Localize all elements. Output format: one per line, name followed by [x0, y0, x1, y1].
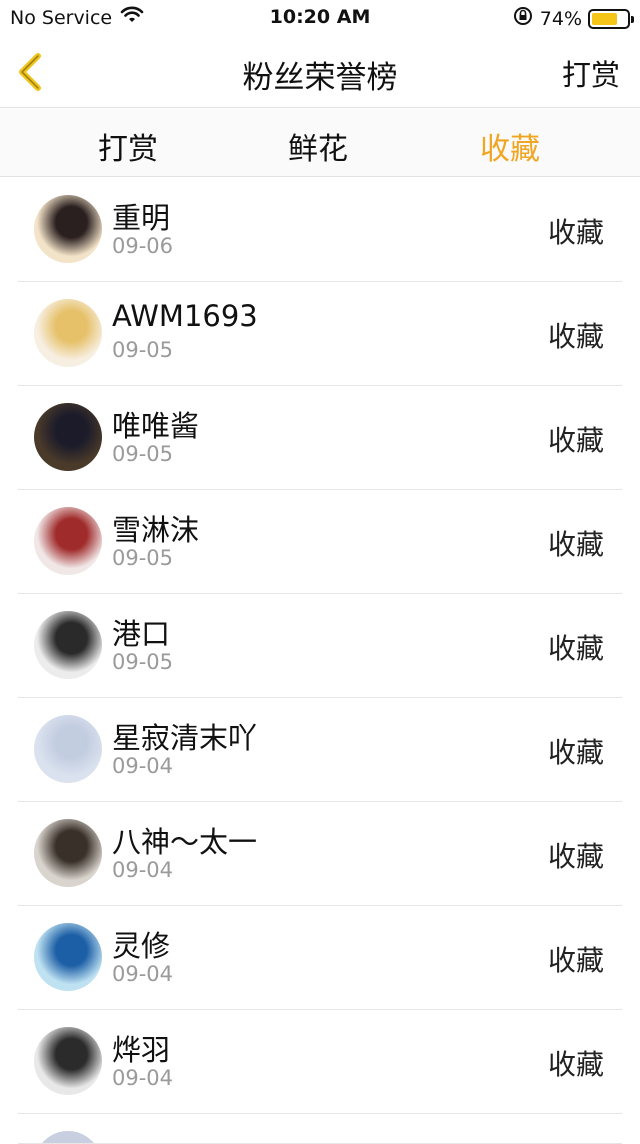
fan-date: 09-05	[112, 546, 174, 570]
tab-favorites[interactable]: 收藏	[440, 124, 580, 168]
rotation-lock-icon	[512, 5, 534, 32]
fan-name: 烨羽	[112, 1033, 171, 1067]
fan-date: 09-04	[112, 858, 174, 882]
status-right: 74%	[512, 5, 634, 32]
fan-name: AWM1693	[112, 299, 258, 333]
fan-row[interactable]: AWM1693 09-05 收藏	[18, 282, 622, 386]
fan-name: 雪淋沫	[112, 513, 200, 547]
page-title: 粉丝荣誉榜	[242, 60, 398, 96]
battery-icon	[588, 8, 634, 29]
tab-reward[interactable]: 打赏	[58, 124, 198, 168]
action-label: 收藏	[547, 944, 604, 977]
fan-name: 灵修	[112, 929, 171, 963]
fan-name: 八神～太一	[112, 825, 258, 859]
action-label: 收藏	[547, 736, 604, 769]
fan-name: 重明	[112, 201, 171, 235]
avatar[interactable]	[34, 611, 102, 679]
avatar[interactable]	[34, 819, 102, 887]
avatar[interactable]	[34, 715, 102, 783]
action-label: 收藏	[547, 528, 604, 561]
fan-row[interactable]: 重明 09-06 收藏	[18, 178, 622, 282]
fan-row-partial	[18, 1114, 622, 1144]
fan-row[interactable]: 唯唯酱 09-05 收藏	[18, 386, 622, 490]
fan-name: 唯唯酱	[112, 409, 200, 443]
fan-name: 星寂清末吖	[112, 721, 258, 755]
fan-date: 09-06	[112, 234, 174, 258]
status-bar: No Service 10:20 AM 74%	[0, 0, 640, 36]
action-label: 收藏	[547, 632, 604, 665]
battery-level	[592, 12, 618, 25]
reward-button[interactable]: 打赏	[562, 52, 620, 94]
fan-date: 09-04	[112, 754, 174, 778]
fan-date: 09-04	[112, 1066, 174, 1090]
action-label: 收藏	[547, 840, 604, 873]
avatar[interactable]	[34, 195, 102, 263]
fan-row[interactable]: 雪淋沫 09-05 收藏	[18, 490, 622, 594]
avatar[interactable]	[34, 299, 102, 367]
fan-row[interactable]: 灵修 09-04 收藏	[18, 906, 622, 1010]
action-label: 收藏	[547, 216, 604, 249]
battery-percent: 74%	[539, 7, 582, 30]
fan-row[interactable]: 星寂清末吖 09-04 收藏	[18, 698, 622, 802]
avatar[interactable]	[34, 403, 102, 471]
fan-row[interactable]: 八神～太一 09-04 收藏	[18, 802, 622, 906]
fan-date: 09-05	[112, 650, 174, 674]
fan-name: 港口	[112, 617, 171, 651]
fan-date: 09-04	[112, 962, 174, 986]
avatar[interactable]	[34, 923, 102, 991]
avatar[interactable]	[34, 507, 102, 575]
tab-bar: 打赏 鲜花 收藏	[0, 109, 640, 177]
fan-list: 重明 09-06 收藏 AWM1693 09-05 收藏 唯唯酱 09-05 收藏 雪淋沫 09-0…	[0, 178, 640, 1144]
tab-flowers[interactable]: 鲜花	[248, 124, 388, 168]
avatar[interactable]	[34, 1027, 102, 1095]
nav-bar: 粉丝荣誉榜 打赏	[0, 36, 640, 108]
fan-date: 09-05	[112, 338, 174, 362]
action-label: 收藏	[547, 320, 604, 353]
action-label: 收藏	[547, 424, 604, 457]
fan-row[interactable]: 烨羽 09-04 收藏	[18, 1010, 622, 1114]
fan-row[interactable]: 港口 09-05 收藏	[18, 594, 622, 698]
fan-date: 09-05	[112, 442, 174, 466]
action-label: 收藏	[547, 1048, 604, 1081]
avatar	[34, 1131, 102, 1143]
